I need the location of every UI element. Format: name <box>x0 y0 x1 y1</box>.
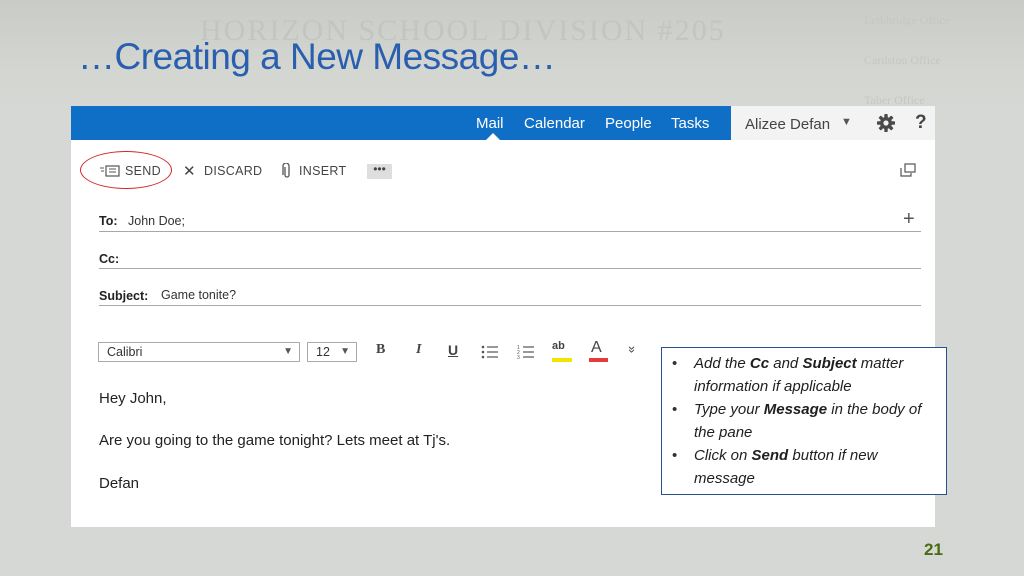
popout-icon[interactable] <box>900 163 916 177</box>
add-recipient-icon[interactable]: + <box>903 208 915 231</box>
font-color-bar <box>589 358 608 362</box>
highlight-button[interactable]: ab <box>552 340 565 352</box>
svg-text:3: 3 <box>517 355 520 360</box>
bullet-list-icon[interactable] <box>481 344 499 360</box>
instruction-item: Click on Send button if new message <box>672 444 942 490</box>
font-size-value: 12 <box>316 345 330 359</box>
discard-button[interactable]: DISCARD <box>204 164 262 178</box>
font-size-select[interactable]: 12 ▼ <box>307 342 357 362</box>
message-signature: Defan <box>99 475 140 492</box>
highlight-color-bar <box>552 358 572 362</box>
cc-label: Cc: <box>99 252 120 266</box>
underline-button[interactable]: U <box>448 342 458 358</box>
close-icon: ✕ <box>183 163 196 180</box>
paperclip-icon <box>282 163 290 178</box>
chevron-down-icon: ▼ <box>340 346 350 357</box>
send-icon <box>100 165 120 177</box>
message-line: Are you going to the game tonight? Lets … <box>99 432 451 449</box>
more-formatting-icon[interactable]: » <box>625 346 640 353</box>
nav-calendar[interactable]: Calendar <box>524 115 585 132</box>
chevron-down-icon: ▼ <box>841 116 852 128</box>
watermark-office: Cardston Office <box>864 53 941 67</box>
more-options-button[interactable]: ••• <box>367 163 392 179</box>
nav-mail[interactable]: Mail <box>476 115 504 132</box>
user-menu[interactable]: Alizee Defan ▼ ? <box>731 106 935 140</box>
to-field[interactable]: John Doe; <box>128 214 185 228</box>
font-color-button[interactable]: A <box>591 339 602 357</box>
nav-tasks[interactable]: Tasks <box>671 115 709 132</box>
numbered-list-icon[interactable]: 123 <box>517 344 535 360</box>
subject-divider <box>99 305 921 306</box>
italic-button[interactable]: I <box>416 342 421 358</box>
help-icon[interactable]: ? <box>915 112 927 134</box>
top-navigation-bar: Mail Calendar People Tasks Alizee Defan … <box>71 106 935 140</box>
user-name: Alizee Defan <box>745 116 831 133</box>
send-button[interactable]: SEND <box>125 164 161 178</box>
font-family-value: Calibri <box>107 345 143 359</box>
to-divider <box>99 231 921 232</box>
watermark-office: Lethbridge Office <box>864 13 951 27</box>
instruction-callout: Add the Cc and Subject matter informatio… <box>661 347 947 495</box>
page-number: 21 <box>924 540 943 559</box>
bold-button[interactable]: B <box>376 342 385 358</box>
slide-title: …Creating a New Message… <box>78 36 556 77</box>
subject-label: Subject: <box>99 289 149 303</box>
instruction-item: Add the Cc and Subject matter informatio… <box>672 352 942 398</box>
cc-divider <box>99 268 921 269</box>
nav-people[interactable]: People <box>605 115 652 132</box>
insert-button[interactable]: INSERT <box>299 164 346 178</box>
instruction-item: Type your Message in the body of the pan… <box>672 398 942 444</box>
subject-field[interactable]: Game tonite? <box>161 288 236 302</box>
active-nav-indicator <box>486 133 500 140</box>
font-family-select[interactable]: Calibri ▼ <box>98 342 300 362</box>
message-greeting: Hey John, <box>99 390 167 407</box>
chevron-down-icon: ▼ <box>283 346 293 357</box>
gear-icon[interactable] <box>876 113 896 133</box>
to-label: To: <box>99 214 118 228</box>
watermark-offices: Lethbridge Office Cardston Office Taber … <box>864 12 994 108</box>
